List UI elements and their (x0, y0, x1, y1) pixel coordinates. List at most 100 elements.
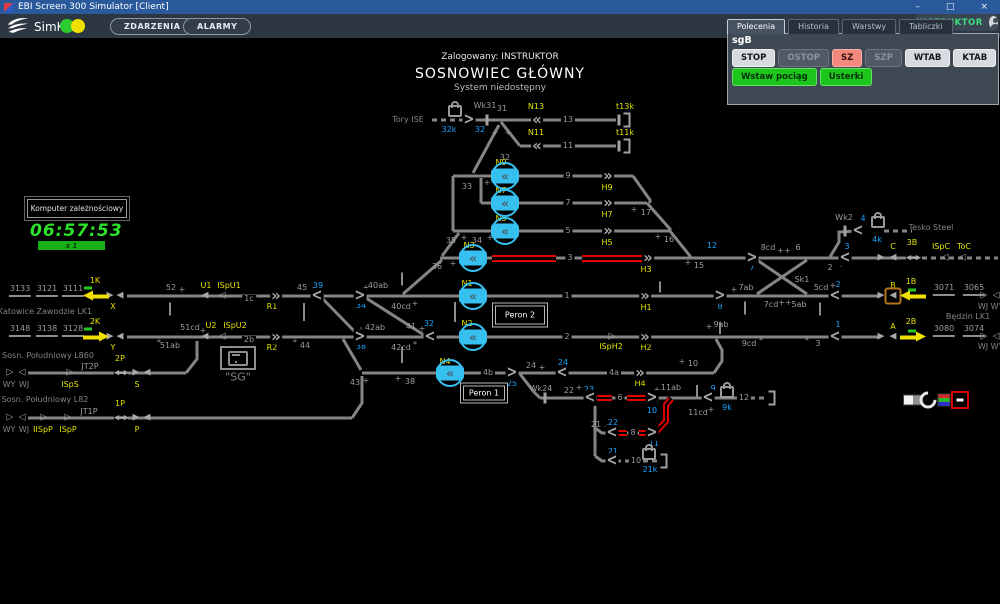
label-C: C (890, 242, 896, 251)
signal-N13[interactable]: « (531, 112, 543, 128)
signal-N11[interactable]: « (531, 138, 543, 154)
route-triangle-left-icon[interactable]: ◀ (202, 291, 209, 301)
label-S: S (134, 380, 140, 389)
direction-arrow-right-icon[interactable] (83, 331, 109, 343)
switch-chevron-right-icon[interactable]: > (462, 112, 476, 128)
signal-H5[interactable]: » (602, 223, 614, 239)
label-3138: 3138 (35, 325, 59, 337)
route-triangle-right-icon[interactable]: ▶ (878, 253, 885, 263)
tab-historia[interactable]: Historia (788, 19, 839, 34)
panel-button-ostop[interactable]: OSTOP (778, 49, 829, 67)
switch-chevron-left-icon[interactable]: < (605, 425, 619, 441)
label-7: 7 (563, 198, 573, 207)
switch-chevron-right-icon[interactable]: > (745, 250, 759, 266)
panel-button-ktab[interactable]: KTAB (953, 49, 997, 67)
label-+: + (678, 357, 686, 366)
route-triangle-right-icon[interactable]: ▶ (133, 413, 140, 423)
label-+: + (362, 376, 370, 385)
label-*: * (759, 336, 763, 345)
switch-chevron-left-icon[interactable]: < (423, 329, 437, 345)
route-triangle-left-icon[interactable]: ◀ (144, 368, 151, 378)
switch-chevron-right-icon[interactable]: > (353, 288, 367, 304)
label-H5: H5 (601, 238, 613, 247)
label-+: + (730, 285, 738, 294)
signal-H4[interactable]: » (634, 365, 646, 381)
switch-chevron-left-icon[interactable]: < (828, 329, 842, 345)
label-21: 21 (590, 420, 602, 429)
route-triangle-right-icon[interactable]: ▶ (878, 291, 885, 301)
route-highlight-box (884, 287, 902, 305)
signal-N2[interactable]: « (459, 323, 487, 351)
switch-chevron-left-icon[interactable]: < (828, 288, 842, 304)
panel-button-wstaw-pociąg[interactable]: Wstaw pociąg (732, 68, 817, 86)
indicator-triangle-right-icon: ▷ (64, 412, 72, 423)
signal-H1[interactable]: » (639, 288, 651, 304)
signal-H9[interactable]: » (602, 168, 614, 184)
panel-button-wtab[interactable]: WTAB (904, 49, 951, 67)
label-3: 3 (565, 253, 575, 262)
panel-button-usterki[interactable]: Usterki (819, 68, 873, 86)
switch-chevron-right-icon[interactable]: > (505, 365, 519, 381)
label-1P: 1P (115, 399, 125, 408)
label-U2: U2 (205, 321, 217, 330)
route-triangle-left-icon[interactable]: ◀ (117, 332, 124, 342)
route-triangle-right-icon[interactable]: ▶ (878, 332, 885, 342)
signal-H7[interactable]: » (602, 195, 614, 211)
label-WJ: WJ (18, 380, 30, 389)
switch-chevron-right-icon[interactable]: > (713, 288, 727, 304)
label-3B: 3B (906, 238, 918, 247)
signal-N1[interactable]: « (459, 282, 487, 310)
label-++: ++ (778, 298, 792, 307)
signal-N7[interactable]: « (491, 189, 519, 217)
label-+: + (538, 363, 546, 372)
route-triangle-left-icon[interactable]: ◀ (202, 332, 209, 342)
switch-chevron-left-icon[interactable]: < (838, 250, 852, 266)
direction-arrow-right-icon[interactable] (900, 331, 926, 343)
signal-R1[interactable]: » (270, 288, 282, 304)
switch-chevron-left-icon[interactable]: < (605, 453, 619, 469)
switch-chevron-left-icon[interactable]: < (310, 288, 324, 304)
tab-tabliczki[interactable]: Tabliczki (899, 19, 953, 34)
label-ISpU2: ISpU2 (223, 321, 247, 330)
panel-button-stop[interactable]: STOP (732, 49, 776, 67)
label-JT2P: JT2P (81, 362, 99, 371)
label-45: 45 (296, 283, 308, 292)
switch-chevron-left-icon[interactable]: < (701, 390, 715, 406)
switch-chevron-right-icon[interactable]: > (353, 329, 367, 345)
signal-N9[interactable]: « (491, 162, 519, 190)
label-WJ: WJ (18, 425, 30, 434)
signal-N4[interactable]: « (436, 359, 464, 387)
route-triangle-right-icon[interactable]: ▶ (133, 368, 140, 378)
label-Będzin LK1: Będzin LK1 (945, 312, 991, 321)
direction-arrow-left-icon[interactable] (83, 290, 109, 302)
label-2P: 2P (115, 354, 125, 363)
signal-H3[interactable]: » (642, 250, 654, 266)
label-9: 9 (563, 171, 573, 180)
switch-chevron-left-icon[interactable]: < (583, 390, 597, 406)
label-5ab: 5ab (791, 300, 807, 309)
switch-chevron-left-icon[interactable]: < (555, 365, 569, 381)
panel-button-szp[interactable]: SZP (865, 49, 902, 67)
signal-N5[interactable]: « (491, 217, 519, 245)
switch-chevron-right-icon[interactable]: > (645, 390, 659, 406)
direction-arrow-left-icon[interactable] (900, 290, 926, 302)
signal-N3[interactable]: « (459, 244, 487, 272)
route-triangle-left-icon[interactable]: ◀ (144, 413, 151, 423)
label-+: + (449, 259, 457, 268)
track-tick (617, 114, 621, 126)
legend-ring-icon (915, 387, 941, 413)
label-Tesko Steel: Tesko Steel (908, 223, 954, 232)
tab-warstwy[interactable]: Warstwy (841, 19, 897, 34)
switch-chevron-left-icon[interactable]: < (851, 223, 865, 239)
signal-R2[interactable]: » (270, 329, 282, 345)
route-triangle-left-icon[interactable]: ◀ (117, 291, 124, 301)
signal-H2[interactable]: » (639, 329, 651, 345)
crossing-indicator-icon: ◀▬▶ (113, 413, 129, 422)
route-triangle-left-icon[interactable]: ◀ (890, 253, 897, 263)
tab-polecenia[interactable]: Polecenia (727, 19, 786, 34)
panel-button-sz[interactable]: SZ (832, 49, 863, 67)
route-triangle-left-icon[interactable]: ◀ (890, 332, 897, 342)
label-+: + (394, 374, 402, 383)
switch-chevron-right-icon[interactable]: > (645, 425, 659, 441)
label-+: + (575, 383, 583, 392)
